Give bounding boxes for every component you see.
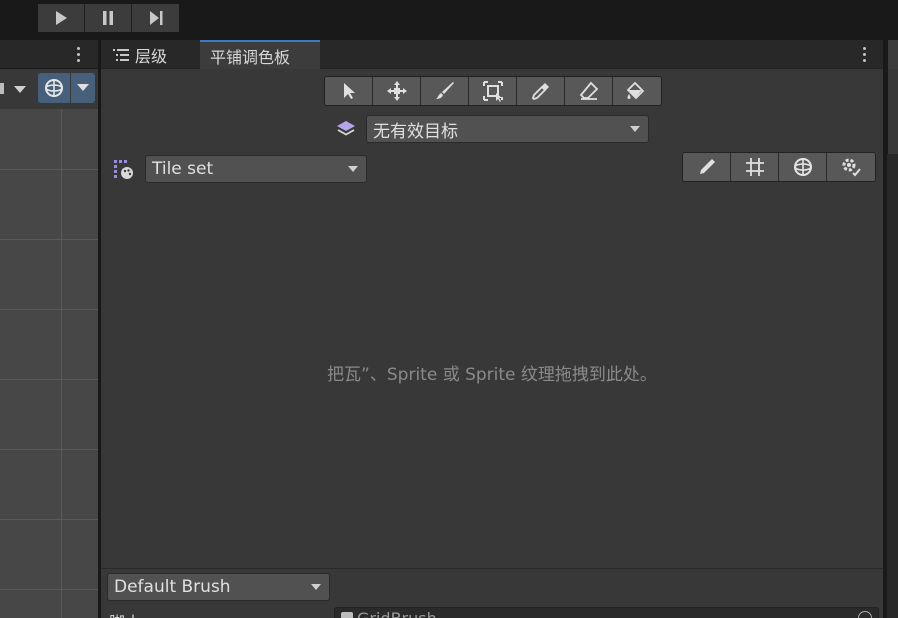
gizmo-toggle-button[interactable] xyxy=(38,73,70,103)
palette-dropdown[interactable]: Tile set xyxy=(145,155,367,183)
brush-dropdown[interactable]: Default Brush xyxy=(107,573,330,601)
object-picker-icon[interactable] xyxy=(858,611,872,618)
box-fill-icon xyxy=(482,81,503,102)
pencil-icon xyxy=(699,159,715,174)
fill-button[interactable] xyxy=(613,77,661,105)
gizmo-icon xyxy=(793,158,812,176)
script-label: 脚本 xyxy=(109,609,141,618)
play-icon xyxy=(56,11,67,25)
layers-icon xyxy=(337,121,355,136)
empty-palette-message: 把瓦”、Sprite 或 Sprite 纹理拖拽到此处。 xyxy=(327,365,657,385)
palette-tabbar: 层级 平铺调色板 xyxy=(101,40,883,69)
palette-dropdown-value: Tile set xyxy=(152,159,214,179)
fill-icon xyxy=(626,81,645,100)
select-tool-button[interactable] xyxy=(325,77,373,105)
eraser-button[interactable] xyxy=(565,77,613,105)
palette-selector-row: Tile set xyxy=(113,154,367,184)
scene-toolbar xyxy=(0,69,98,109)
gizmo-icon xyxy=(45,79,63,97)
inspector-panel-edge xyxy=(887,40,898,618)
brush-dropdown-value: Default Brush xyxy=(114,577,231,597)
tile-palette-icon xyxy=(114,160,133,179)
active-target-value: 无有效目标 xyxy=(373,121,458,142)
scene-viewport[interactable] xyxy=(0,109,98,618)
script-field[interactable]: GridBrush xyxy=(334,607,879,618)
list-icon xyxy=(113,48,129,61)
picker-icon xyxy=(531,83,549,101)
top-toolbar xyxy=(0,0,898,40)
play-controls xyxy=(38,4,179,32)
chevron-down-icon xyxy=(348,166,358,172)
chevron-down-icon xyxy=(311,584,321,590)
script-icon xyxy=(341,612,353,618)
step-icon xyxy=(149,11,162,25)
chevron-down-icon xyxy=(77,84,89,91)
inspector-tab[interactable] xyxy=(887,40,898,69)
toggle-gizmos-button[interactable] xyxy=(779,153,827,181)
step-button[interactable] xyxy=(132,4,179,32)
chevron-down-icon xyxy=(630,126,640,132)
box-fill-button[interactable] xyxy=(469,77,517,105)
palette-edit-tools xyxy=(682,152,876,182)
move-tool-icon xyxy=(386,81,407,101)
toggle-grid-button[interactable] xyxy=(731,153,779,181)
tilemap-tools xyxy=(324,76,662,106)
tile-palette-panel: 层级 平铺调色板 无有效目标 Tile set 把瓦”、Sprite 或 Spr… xyxy=(101,40,883,618)
settings-icon xyxy=(842,158,861,177)
pause-icon xyxy=(103,11,113,25)
select-tool-icon xyxy=(343,83,355,99)
pause-button[interactable] xyxy=(85,4,132,32)
play-button[interactable] xyxy=(38,4,85,32)
paint-brush-icon xyxy=(435,82,454,99)
picker-button[interactable] xyxy=(517,77,565,105)
scene-tabbar xyxy=(0,40,98,69)
tab-tile-palette[interactable]: 平铺调色板 xyxy=(200,40,320,69)
grid-icon xyxy=(745,158,764,176)
edit-palette-button[interactable] xyxy=(683,153,731,181)
move-tool-button[interactable] xyxy=(373,77,421,105)
active-target-dropdown[interactable]: 无有效目标 xyxy=(366,115,649,143)
paint-brush-button[interactable] xyxy=(421,77,469,105)
inspector-body xyxy=(887,69,898,154)
eraser-icon xyxy=(579,81,598,100)
brush-inspector: Default Brush 脚本 GridBrush xyxy=(101,568,883,618)
scene-panel xyxy=(0,40,98,618)
tab-hierarchy[interactable]: 层级 xyxy=(101,40,199,69)
active-target-row: 无有效目标 xyxy=(335,114,649,144)
palette-settings-button[interactable] xyxy=(827,153,875,181)
gizmo-dropdown-button[interactable] xyxy=(71,73,95,103)
scene-menu-icon[interactable] xyxy=(73,45,83,63)
script-value: GridBrush xyxy=(357,608,437,618)
tab-hierarchy-label: 层级 xyxy=(135,46,168,66)
tab-tile-palette-label: 平铺调色板 xyxy=(210,47,291,67)
palette-menu-icon[interactable] xyxy=(859,45,869,63)
scene-dropdown-icon[interactable] xyxy=(0,79,34,99)
